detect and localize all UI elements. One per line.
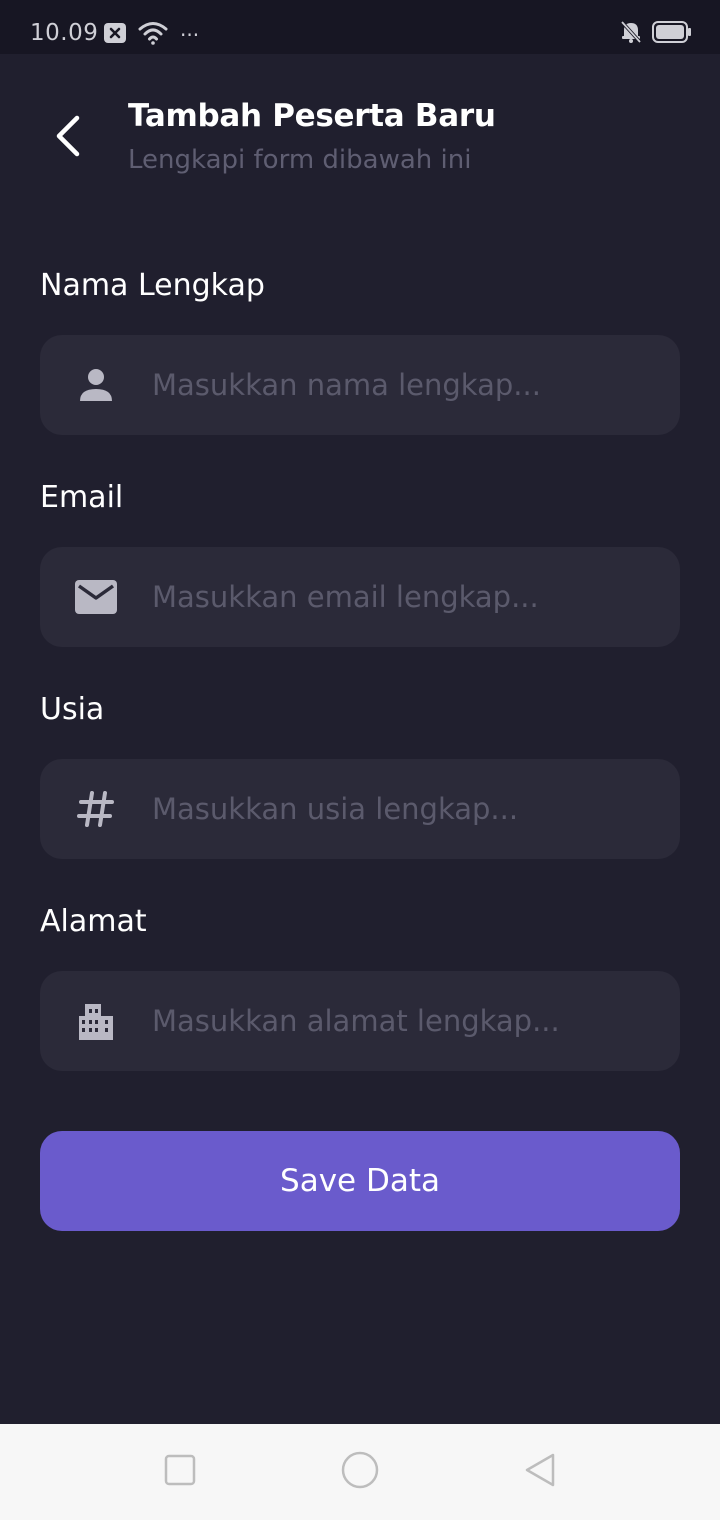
recents-square-icon	[164, 1454, 196, 1490]
system-back-button[interactable]	[512, 1448, 568, 1496]
recents-button[interactable]	[152, 1448, 208, 1496]
name-label: Nama Lengkap	[40, 268, 265, 303]
address-label: Alamat	[40, 904, 147, 939]
age-input[interactable]	[152, 759, 652, 859]
email-input[interactable]	[152, 547, 652, 647]
chevron-left-icon	[53, 114, 83, 162]
page-subtitle: Lengkapi form dibawah ini	[128, 145, 472, 175]
status-time: 10.09	[30, 20, 99, 46]
home-button[interactable]	[332, 1448, 388, 1496]
person-icon	[74, 365, 118, 405]
notification-x-icon	[104, 23, 126, 47]
home-circle-icon	[341, 1451, 379, 1493]
age-label: Usia	[40, 692, 105, 727]
status-bar: 10.09 ···	[0, 0, 720, 54]
battery-icon	[652, 21, 692, 47]
email-input-box[interactable]	[40, 547, 680, 647]
age-input-box[interactable]	[40, 759, 680, 859]
name-input-box[interactable]	[40, 335, 680, 435]
email-label: Email	[40, 480, 124, 515]
wifi-icon	[138, 21, 168, 49]
back-button[interactable]	[40, 108, 96, 168]
more-icon: ···	[180, 23, 200, 47]
status-left-icons: ···	[104, 22, 199, 48]
building-icon	[74, 1001, 118, 1041]
mail-icon	[74, 577, 118, 617]
name-input[interactable]	[152, 335, 652, 435]
app-screen: 10.09 ··· Tambah Peserta Baru Lengkapi f…	[0, 0, 720, 1520]
page-title: Tambah Peserta Baru	[128, 98, 496, 134]
address-input[interactable]	[152, 971, 652, 1071]
status-right-icons	[620, 20, 692, 48]
system-nav-bar	[0, 1424, 720, 1520]
bell-off-icon	[620, 20, 642, 48]
hash-icon	[74, 789, 118, 829]
address-input-box[interactable]	[40, 971, 680, 1071]
back-triangle-icon	[523, 1452, 557, 1492]
save-data-button[interactable]: Save Data	[40, 1131, 680, 1231]
